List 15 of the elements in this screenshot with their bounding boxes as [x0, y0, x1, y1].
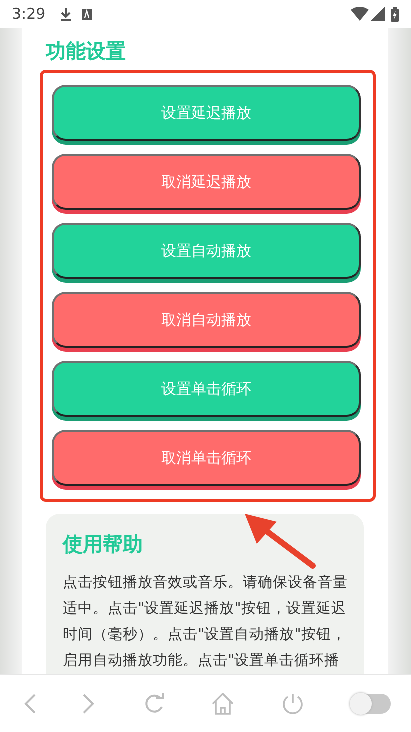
help-title: 使用帮助 [63, 532, 144, 556]
battery-icon [391, 6, 399, 22]
toggle-switch[interactable] [350, 694, 391, 714]
app-notification-icon [82, 8, 92, 20]
power-icon[interactable] [282, 692, 304, 714]
back-icon[interactable] [24, 694, 36, 714]
section-title: 功能设置 [46, 38, 127, 65]
reload-icon[interactable] [142, 692, 165, 714]
signal-icon [371, 7, 385, 21]
download-icon [60, 7, 72, 21]
home-icon[interactable] [212, 692, 234, 714]
status-time: 3:29 [12, 4, 46, 25]
forward-icon[interactable] [83, 694, 96, 714]
wifi-icon [351, 7, 369, 21]
help-text: 点击按钮播放音效或音乐。请确保设备音量适中。点击"设置延迟播放"按钮，设置延迟时间（毫秒）。点击"设置自动播放"按钮，启用自动播放功能。点击"设置单击循环播 [63, 574, 348, 671]
